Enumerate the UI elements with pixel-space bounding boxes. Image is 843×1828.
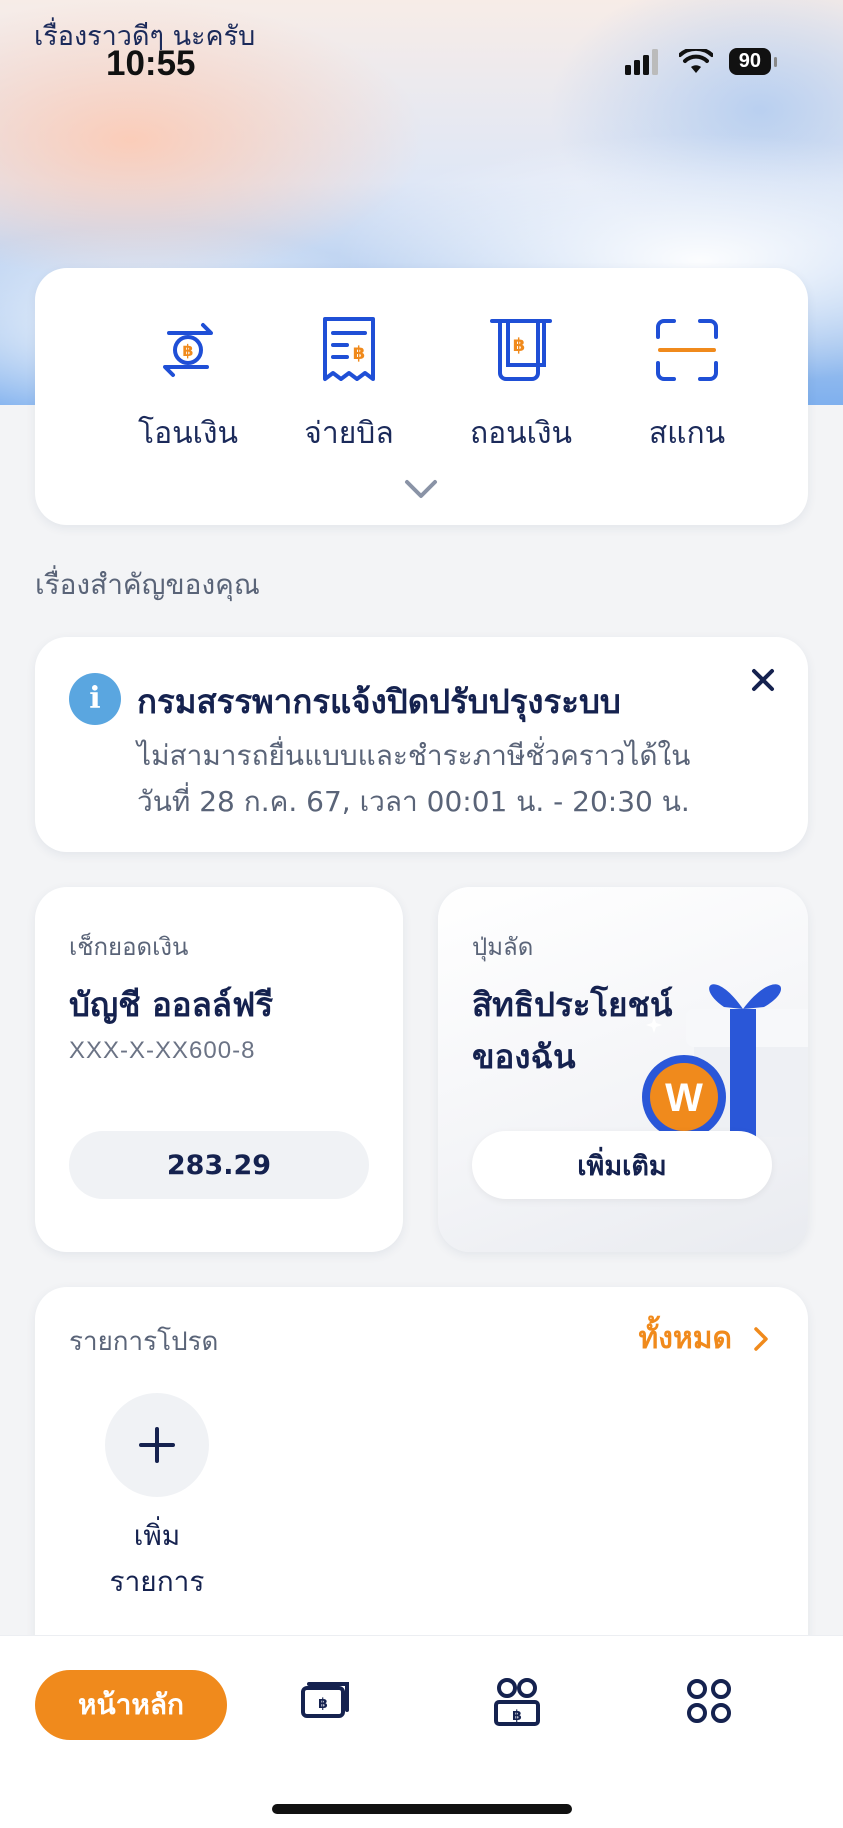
svg-text:฿: ฿: [512, 1708, 522, 1724]
shortcut-title-line: สิทธิประโยชน์: [472, 985, 673, 1024]
quick-action-label: ถอนเงิน: [469, 416, 573, 451]
view-all-link[interactable]: ทั้งหมด: [639, 1315, 768, 1362]
apps-grid-icon[interactable]: [684, 1676, 734, 1726]
status-time: 10:55: [106, 44, 196, 83]
signal-icon: [624, 48, 658, 75]
service-icon[interactable]: ฿: [492, 1676, 542, 1728]
shortcut-label: ปุ่มลัด: [472, 933, 534, 961]
bill-icon: ฿: [323, 317, 375, 381]
shortcut-title: สิทธิประโยชน์ ของฉัน: [472, 979, 672, 1083]
shortcut-title-line: ของฉัน: [472, 1037, 576, 1076]
account-name: บัญชี ออลล์ฟรี: [69, 985, 274, 1024]
nav-home[interactable]: หน้าหลัก: [35, 1670, 227, 1740]
quick-action-label: โอนเงิน: [137, 416, 239, 451]
transfer-icon: ฿: [163, 323, 213, 377]
notice-card[interactable]: i กรมสรรพากรแจ้งปิดปรับปรุงระบบ ไม่สามาร…: [35, 637, 808, 852]
notice-title: กรมสรรพากรแจ้งปิดปรับปรุงระบบ: [137, 682, 621, 721]
svg-text:฿: ฿: [513, 335, 526, 356]
add-favorite-button[interactable]: [105, 1393, 209, 1497]
add-favorite-line: รายการ: [109, 1565, 205, 1598]
notice-body-line: วันที่ 28 ก.ค. 67, เวลา 00:01 น. - 20:30…: [137, 785, 690, 818]
withdraw-icon: ฿: [490, 319, 552, 381]
svg-text:฿: ฿: [318, 1696, 328, 1712]
section-title: เรื่องสำคัญของคุณ: [35, 568, 260, 601]
plus-icon: [139, 1427, 175, 1463]
quick-action-label: จ่ายบิล: [304, 416, 394, 451]
card-icon[interactable]: ฿: [300, 1676, 350, 1726]
account-number: XXX-X-XX600-8: [69, 1037, 256, 1064]
notice-body: ไม่สามารถยื่นแบบและชำระภาษีชั่วคราวได้ใน…: [137, 733, 737, 825]
wifi-icon: [678, 48, 713, 73]
status-icons: 90: [624, 48, 778, 75]
battery-indicator: 90: [728, 48, 778, 75]
svg-text:฿: ฿: [353, 343, 366, 364]
more-button[interactable]: เพิ่มเติม: [472, 1131, 772, 1199]
notice-body-line: ไม่สามารถยื่นแบบและชำระภาษีชั่วคราวได้ใน: [137, 739, 691, 772]
svg-text:฿: ฿: [182, 341, 193, 360]
home-indicator: [272, 1804, 572, 1814]
bottom-nav: หน้าหลัก ฿ ฿: [0, 1635, 843, 1828]
info-icon: i: [69, 673, 121, 725]
favorites-title: รายการโปรด: [69, 1327, 219, 1357]
shortcut-card[interactable]: W ปุ่มลัด สิทธิประโยชน์ ของฉัน เพิ่มเติม: [438, 887, 808, 1252]
quick-action-label: สแกน: [648, 416, 726, 451]
chevron-down-icon[interactable]: [403, 478, 439, 500]
quick-action-withdraw[interactable]: ฿ ถอนเงิน: [436, 310, 606, 457]
add-favorite-label[interactable]: เพิ่ม รายการ: [75, 1513, 239, 1605]
add-favorite-line: เพิ่ม: [133, 1519, 181, 1552]
quick-action-scan[interactable]: สแกน: [602, 310, 772, 457]
scan-icon: [656, 319, 718, 381]
balance-label: เช็กยอดเงิน: [69, 933, 189, 961]
quick-actions-card: ฿ โอนเงิน ฿ จ่ายบิล ฿ ถอนเงิน สแกน: [35, 268, 808, 525]
balance-amount[interactable]: 283.29: [69, 1131, 369, 1199]
balance-card[interactable]: เช็กยอดเงิน บัญชี ออลล์ฟรี XXX-X-XX600-8…: [35, 887, 403, 1252]
quick-action-pay-bill[interactable]: ฿ จ่ายบิล: [264, 310, 434, 457]
chevron-right-icon: [754, 1326, 768, 1351]
view-all-label: ทั้งหมด: [638, 1321, 732, 1356]
quick-action-transfer[interactable]: ฿ โอนเงิน: [103, 310, 273, 457]
close-icon[interactable]: [750, 667, 776, 693]
